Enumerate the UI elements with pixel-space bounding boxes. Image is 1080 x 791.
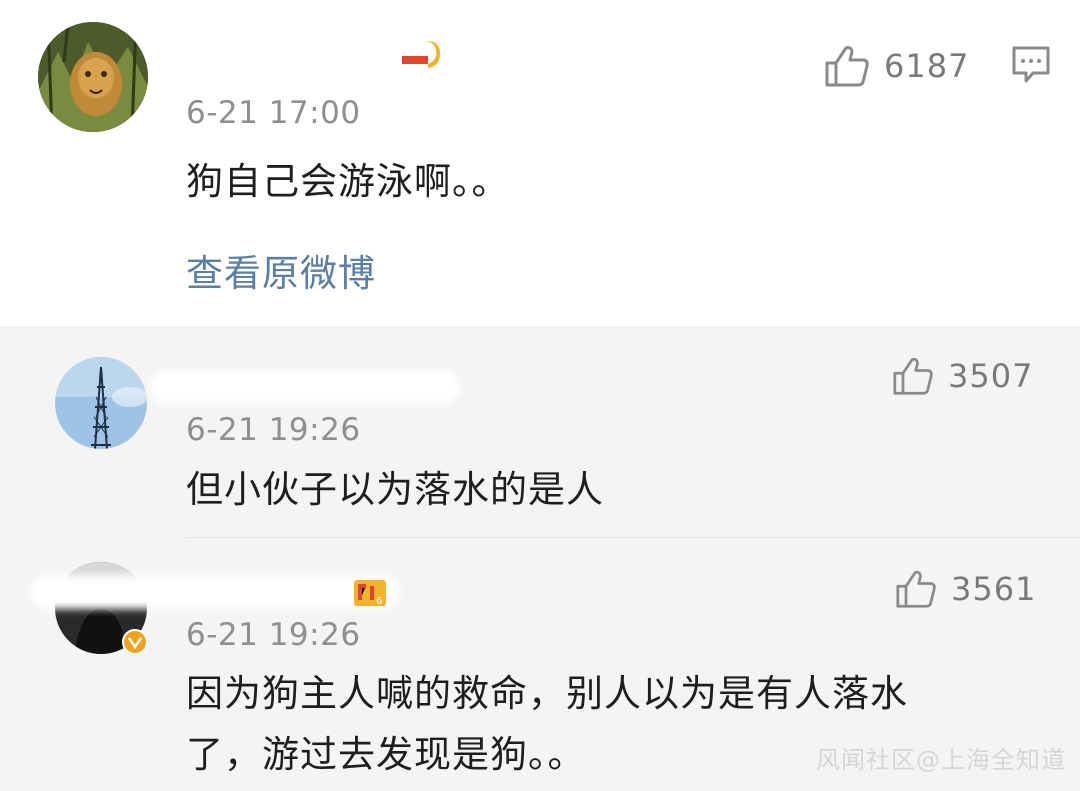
- reply-time: 6-21 19:26: [186, 412, 361, 448]
- comment-icon[interactable]: [1011, 45, 1051, 85]
- reply-text: 但小伙子以为落水的是人: [186, 468, 604, 511]
- reply-divider: [186, 537, 1080, 538]
- comment-time: 6-21 17:00: [186, 95, 361, 131]
- avatar-image: [55, 357, 147, 449]
- username-blurred[interactable]: [30, 575, 400, 609]
- reply-text-line-1: 因为狗主人喊的救命，别人以为是有人落水: [186, 672, 908, 715]
- verified-badge-icon: [122, 629, 148, 655]
- thumbs-up-icon: [825, 46, 869, 87]
- watermark: 风闻社区@上海全知道: [816, 746, 1066, 774]
- avatar[interactable]: [55, 357, 147, 449]
- like-count: 3561: [951, 570, 1037, 608]
- like-button[interactable]: 3507: [892, 356, 1033, 396]
- like-button[interactable]: 3561: [895, 569, 1036, 609]
- username-blurred[interactable]: [186, 52, 416, 86]
- level-badge-icon: [402, 41, 440, 68]
- level-badge-icon: 6: [354, 580, 386, 607]
- main-comment: 6-21 17:00 狗自己会游泳啊。。 查看原微博 6187: [0, 0, 1080, 326]
- like-button[interactable]: 6187: [824, 44, 969, 88]
- thumbs-up-icon: [893, 357, 933, 395]
- username-blurred[interactable]: [150, 370, 460, 404]
- avatar-image: [38, 22, 148, 132]
- view-original-weibo-link[interactable]: 查看原微博: [186, 243, 376, 297]
- svg-text:6: 6: [376, 596, 382, 607]
- like-count: 3507: [948, 357, 1034, 395]
- reply-text-line-2: 了，游过去发现是狗。。: [186, 733, 586, 776]
- comment-text: 狗自己会游泳啊。。: [186, 160, 510, 203]
- avatar[interactable]: [38, 22, 148, 132]
- reply-time: 6-21 19:26: [186, 617, 361, 653]
- like-count: 6187: [884, 47, 970, 85]
- thumbs-up-icon: [896, 570, 936, 608]
